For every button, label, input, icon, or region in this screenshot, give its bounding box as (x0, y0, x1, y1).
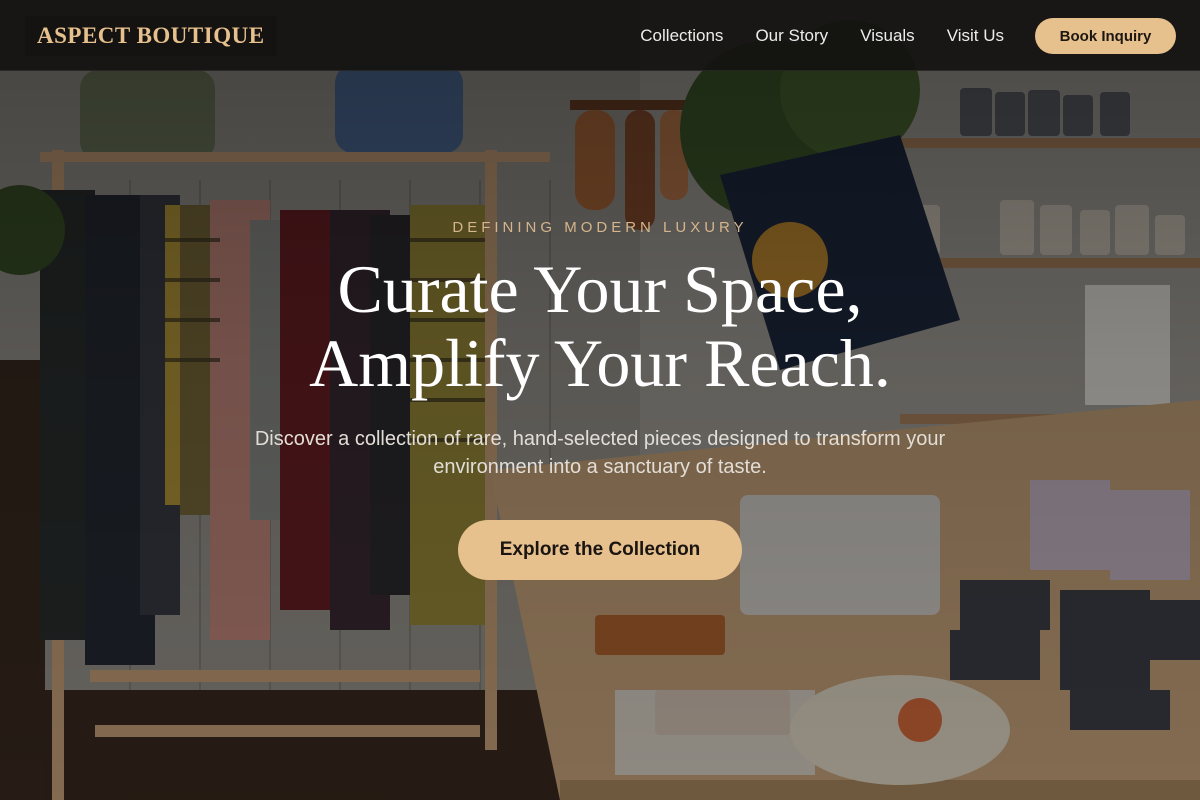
nav-link-collections[interactable]: Collections (640, 26, 723, 46)
nav-link-visuals[interactable]: Visuals (860, 26, 915, 46)
book-inquiry-button[interactable]: Book Inquiry (1035, 18, 1176, 54)
hero-headline-line-1: Curate Your Space, (337, 251, 863, 327)
top-navbar: ASPECT BOUTIQUE Collections Our Story Vi… (0, 0, 1200, 71)
hero-headline-line-2: Amplify Your Reach. (309, 325, 891, 401)
hero-headline: Curate Your Space, Amplify Your Reach. (0, 252, 1200, 400)
explore-collection-button[interactable]: Explore the Collection (458, 520, 742, 580)
hero-eyebrow: DEFINING MODERN LUXURY (452, 219, 748, 236)
nav-links: Collections Our Story Visuals Visit Us (640, 0, 1004, 71)
brand-logo[interactable]: ASPECT BOUTIQUE (25, 16, 277, 56)
nav-link-visit-us[interactable]: Visit Us (947, 26, 1004, 46)
nav-link-our-story[interactable]: Our Story (755, 26, 828, 46)
hero-subtext: Discover a collection of rare, hand-sele… (254, 428, 946, 478)
